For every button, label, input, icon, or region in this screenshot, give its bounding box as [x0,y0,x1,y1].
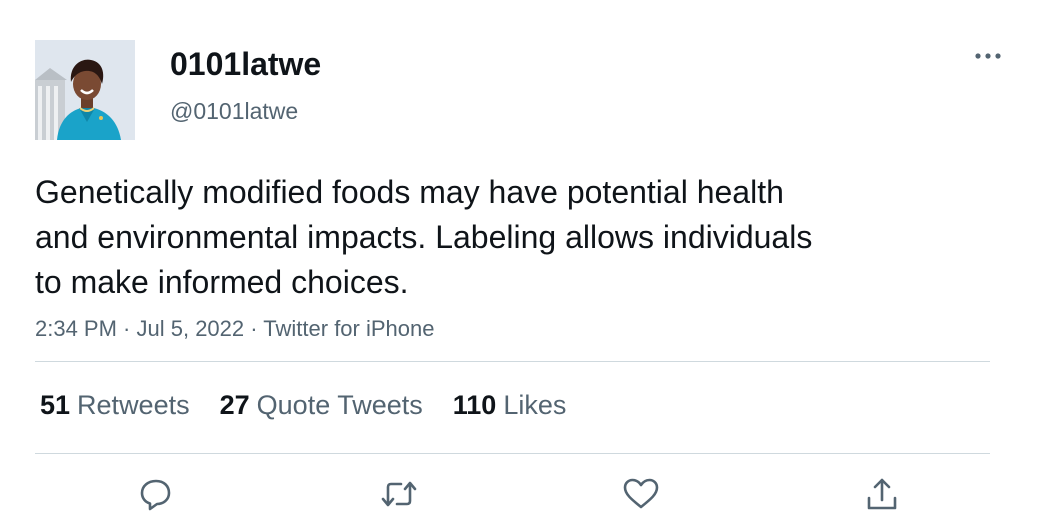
tweet-text-line: Genetically modified foods may have pote… [35,174,784,210]
quote-tweets-label: Quote Tweets [256,389,423,420]
likes-count: 110 [452,389,497,420]
tweet-source[interactable]: Twitter for iPhone [263,316,434,341]
tweet-time[interactable]: 2:34 PM [35,316,117,341]
author-display-name[interactable]: 0101latwe [170,44,321,84]
reply-icon[interactable] [136,474,176,514]
like-icon[interactable] [621,474,661,514]
likes-stat[interactable]: 110 Likes [453,390,567,421]
author-handle[interactable]: @0101latwe [170,96,298,126]
tweet-text-line: to make informed choices. [35,264,409,300]
meta-separator: · [244,316,264,341]
tweet-date[interactable]: Jul 5, 2022 [137,316,245,341]
tweet-stats: 51 Retweets 27 Quote Tweets 110 Likes [40,388,596,422]
meta-separator: · [116,316,137,341]
avatar[interactable] [35,40,135,140]
retweets-stat[interactable]: 51 Retweets [40,390,190,421]
more-options-icon[interactable] [970,42,1006,70]
divider [35,453,990,454]
likes-label: Likes [503,389,567,420]
share-icon[interactable] [862,474,902,514]
tweet-text-line: and environmental impacts. Labeling allo… [35,219,813,255]
quote-tweets-stat[interactable]: 27 Quote Tweets [220,390,423,421]
tweet-text: Genetically modified foods may have pote… [35,170,935,305]
retweets-count: 51 [40,389,71,420]
quote-tweets-count: 27 [219,389,250,420]
retweet-icon[interactable] [379,474,419,514]
avatar-image [35,40,135,140]
tweet-meta: 2:34 PM · Jul 5, 2022 · Twitter for iPho… [35,314,434,344]
divider [35,361,990,362]
retweets-label: Retweets [77,389,190,420]
